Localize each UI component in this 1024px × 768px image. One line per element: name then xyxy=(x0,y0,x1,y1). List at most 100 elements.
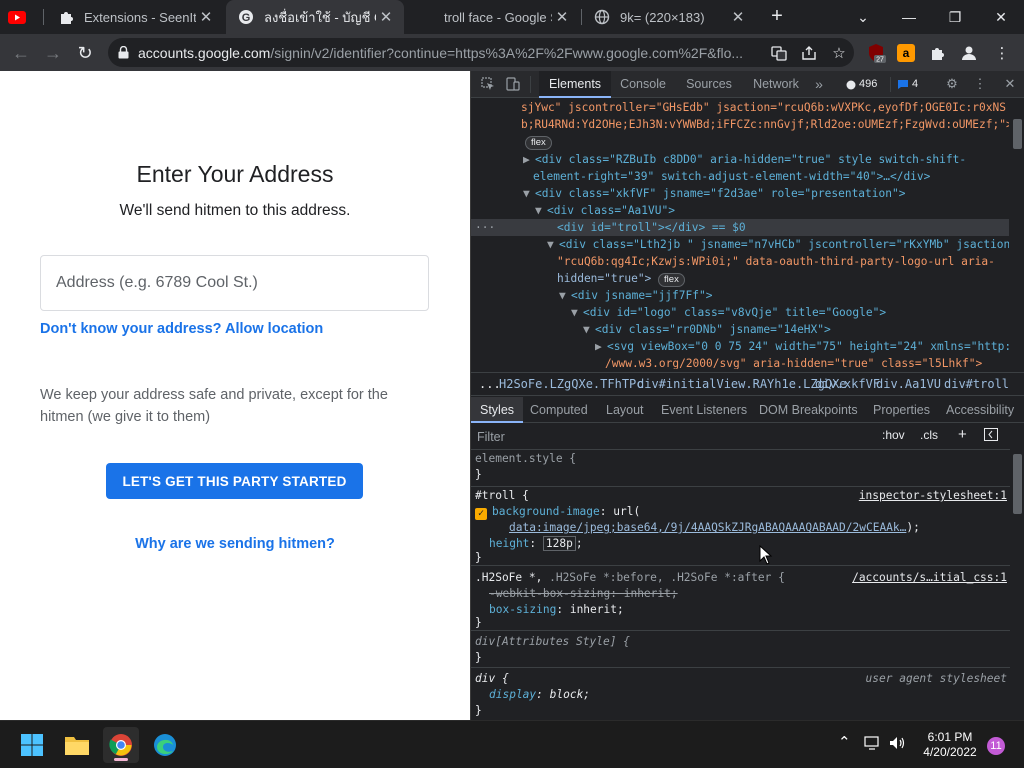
bookmark-star-icon[interactable]: ☆ xyxy=(824,38,854,67)
property-value-editor[interactable]: 128p xyxy=(542,536,576,551)
flex-badge[interactable]: flex xyxy=(658,273,685,287)
more-tabs-icon[interactable]: » xyxy=(811,71,827,98)
elements-tree[interactable]: sjYwc" jscontroller="GHsEdb" jsaction="r… xyxy=(471,99,1009,369)
dom-node-line[interactable]: element-right="39" switch-adjust-element… xyxy=(471,168,1009,185)
tab-accessibility[interactable]: Accessibility xyxy=(946,397,1014,423)
restore-icon[interactable]: ❐ xyxy=(932,0,978,34)
lock-icon[interactable] xyxy=(108,46,138,59)
network-icon[interactable] xyxy=(864,736,880,753)
dom-node-line[interactable]: ▼ <div class="rr0DNb" jsname="14eHX"> xyxy=(471,321,1009,338)
styles-scrollbar[interactable] xyxy=(1010,424,1024,720)
close-icon[interactable]: ✕ xyxy=(376,8,396,26)
ublock-extension-icon[interactable]: 27 xyxy=(864,41,888,65)
close-icon[interactable]: ✕ xyxy=(552,8,572,26)
volume-icon[interactable] xyxy=(889,736,907,753)
styles-filter-input[interactable] xyxy=(475,427,871,447)
dom-node-line[interactable]: hidden="true"> flex xyxy=(471,270,1009,287)
dom-node-line[interactable]: ▼ <div class="xkfVF" jsname="f2d3ae" role… xyxy=(471,185,1009,202)
styles-pane[interactable]: element.style { } #troll { inspector-sty… xyxy=(471,451,1011,720)
devtools-menu-icon[interactable]: ⋮ xyxy=(971,75,989,93)
dom-node-line[interactable]: ▶ <svg viewBox="0 0 75 24" width="75" hei… xyxy=(471,338,1009,355)
tab-google-signin[interactable]: G ลงชื่อเข้าใช้ - บัญชี Goo ✕ xyxy=(226,0,404,34)
h2sofe-rule[interactable]: .H2SoFe *, .H2SoFe *:before, .H2SoFe *:a… xyxy=(471,567,1011,631)
dom-node-line[interactable]: ▼ <div jsname="jjf7Ff"> xyxy=(471,287,1009,304)
property-name[interactable]: box-sizing xyxy=(489,603,556,616)
show-hidden-icons-chevron[interactable]: ⌃ xyxy=(838,733,851,751)
flex-badge[interactable]: flex xyxy=(525,136,552,150)
notification-badge[interactable]: 11 xyxy=(987,737,1005,755)
tab-elements[interactable]: Elements xyxy=(539,71,611,98)
profile-avatar-icon[interactable] xyxy=(957,41,981,65)
tab-extensions[interactable]: Extensions - SeenIt ✕ xyxy=(46,0,224,34)
troll-rule[interactable]: #troll { inspector-stylesheet:1 ✓ backgro… xyxy=(471,488,1011,566)
messages-badge[interactable]: 4 xyxy=(897,77,918,92)
warnings-badge[interactable]: 496 xyxy=(846,77,877,92)
toggle-sidebar-icon[interactable] xyxy=(984,428,998,444)
close-window-icon[interactable]: ✕ xyxy=(978,0,1024,34)
tab-network[interactable]: Network xyxy=(745,71,807,98)
allow-location-link[interactable]: Don't know your address? Allow location xyxy=(40,321,323,337)
tab-troll-face-search[interactable]: troll face - Google Se ✕ xyxy=(406,0,580,34)
youtube-pinned-tab[interactable] xyxy=(8,0,30,34)
close-devtools-icon[interactable]: ✕ xyxy=(1001,75,1019,93)
settings-gear-icon[interactable]: ⚙ xyxy=(943,75,961,93)
start-button[interactable] xyxy=(14,727,50,763)
address-input[interactable] xyxy=(40,255,429,311)
dom-node-line[interactable]: ▶ <div class="RZBuIb c8DD0" aria-hidden="… xyxy=(471,151,1009,168)
property-name[interactable]: background-image xyxy=(492,505,600,518)
stylesheet-link[interactable]: /accounts/s…itial_css:1 xyxy=(852,570,1007,586)
breadcrumb-more[interactable]: ... xyxy=(479,373,501,395)
back-icon[interactable]: ← xyxy=(8,40,34,66)
dom-node-selected[interactable]: ··· <div id="troll"></div> == $0 xyxy=(471,219,1009,236)
share-icon[interactable] xyxy=(794,38,824,67)
amazon-extension-icon[interactable]: a xyxy=(894,41,918,65)
scrollbar-thumb[interactable] xyxy=(1013,454,1022,514)
extensions-puzzle-icon[interactable] xyxy=(925,41,949,65)
dom-node-line[interactable]: b;RU4RNd:Yd2OHe;EJh3N:vYWWBd;iFFCZc:nnGv… xyxy=(471,116,1009,133)
new-tab-button[interactable]: + xyxy=(766,6,788,28)
file-explorer-button[interactable] xyxy=(59,727,95,763)
tab-search-icon[interactable]: ⌄ xyxy=(840,0,886,34)
elements-scrollbar[interactable] xyxy=(1010,99,1024,369)
reload-icon[interactable]: ↻ xyxy=(72,40,98,66)
why-hitmen-link[interactable]: Why are we sending hitmen? xyxy=(0,536,470,552)
dom-node-line[interactable]: ▼ <div class="Lth2jb " jsname="n7vHCb" js… xyxy=(471,236,1009,253)
minimize-icon[interactable]: — xyxy=(886,0,932,34)
dom-node-line[interactable]: /www.w3.org/2000/svg" aria-hidden="true"… xyxy=(471,355,1009,369)
tab-layout[interactable]: Layout xyxy=(606,397,644,423)
dom-node-line[interactable]: ▼ <div id="logo" class="v8vQje" title="Go… xyxy=(471,304,1009,321)
chrome-taskbar-button[interactable] xyxy=(103,727,139,763)
breadcrumb-item[interactable]: H2SoFe.LZgQXe.TFhTPc xyxy=(499,373,644,395)
tab-event-listeners[interactable]: Event Listeners xyxy=(661,397,747,423)
property-name[interactable]: display xyxy=(489,688,536,701)
address-bar[interactable]: accounts.google.com/signin/v2/identifier… xyxy=(108,38,854,67)
chrome-menu-icon[interactable]: ⋮ xyxy=(990,41,1014,65)
dom-node-line[interactable]: ▼ <div class="Aa1VU"> xyxy=(471,202,1009,219)
inspect-element-icon[interactable] xyxy=(479,75,497,93)
add-rule-icon[interactable]: + xyxy=(958,426,967,443)
breadcrumb-item[interactable]: div#troll xyxy=(944,373,1009,395)
dom-node-line[interactable]: sjYwc" jscontroller="GHsEdb" jsaction="r… xyxy=(471,99,1009,116)
property-name[interactable]: height xyxy=(489,537,529,550)
element-style-rule[interactable]: element.style { } xyxy=(471,451,1011,487)
forward-icon[interactable]: → xyxy=(40,40,66,66)
url-text[interactable]: accounts.google.com/signin/v2/identifier… xyxy=(138,45,764,61)
dom-node-line[interactable]: "rcuQ6b:qg4Ic;Kzwjs:WPi0i;" data-oauth-t… xyxy=(471,253,1009,270)
close-icon[interactable]: ✕ xyxy=(728,8,748,26)
hover-state-toggle[interactable]: :hov xyxy=(882,428,905,442)
edge-taskbar-button[interactable] xyxy=(147,727,183,763)
data-url-link[interactable]: data:image/jpeg;base64,/9j/4AAQSkZJRgABA… xyxy=(509,521,906,534)
tab-properties[interactable]: Properties xyxy=(873,397,930,423)
dom-node-line[interactable]: flex xyxy=(471,133,1009,150)
party-start-button[interactable]: LET'S GET THIS PARTY STARTED xyxy=(106,463,363,499)
tab-styles[interactable]: Styles xyxy=(471,397,524,423)
tab-console[interactable]: Console xyxy=(613,71,673,98)
tab-computed[interactable]: Computed xyxy=(530,397,588,423)
system-clock[interactable]: 6:01 PM 4/20/2022 xyxy=(915,730,985,760)
tab-sources[interactable]: Sources xyxy=(679,71,739,98)
close-icon[interactable]: ✕ xyxy=(196,8,216,26)
tab-dom-breakpoints[interactable]: DOM Breakpoints xyxy=(759,397,858,423)
translate-icon[interactable] xyxy=(764,38,794,67)
overridden-property[interactable]: -webkit-box-sizing xyxy=(489,587,610,600)
attributes-style-rule[interactable]: div[Attributes Style] { } xyxy=(471,632,1011,668)
